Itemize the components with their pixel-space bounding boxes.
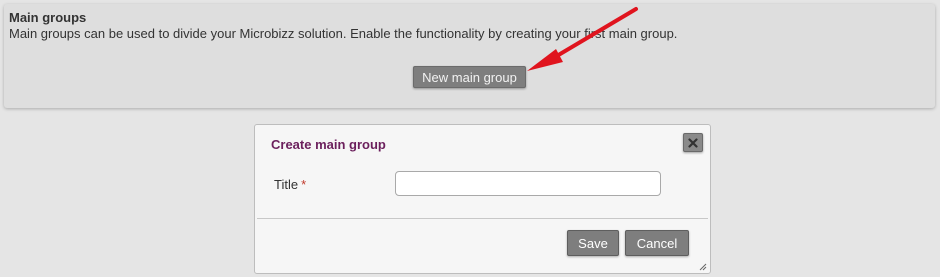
title-label-text: Title bbox=[274, 177, 299, 192]
panel-title: Main groups bbox=[9, 10, 87, 25]
page: Main groups Main groups can be used to d… bbox=[0, 0, 940, 277]
resize-handle-icon[interactable] bbox=[697, 261, 707, 271]
close-icon bbox=[688, 137, 698, 148]
create-main-group-dialog: Create main group Title * Save Cancel bbox=[254, 124, 711, 274]
dialog-title: Create main group bbox=[271, 137, 386, 152]
save-button[interactable]: Save bbox=[567, 230, 619, 256]
dialog-divider bbox=[257, 218, 708, 219]
cancel-button[interactable]: Cancel bbox=[625, 230, 689, 256]
new-main-group-button[interactable]: New main group bbox=[413, 66, 526, 88]
title-input[interactable] bbox=[395, 171, 661, 196]
main-groups-panel: Main groups Main groups can be used to d… bbox=[4, 4, 935, 108]
title-field-label: Title * bbox=[274, 177, 306, 192]
panel-description: Main groups can be used to divide your M… bbox=[9, 26, 678, 41]
close-button[interactable] bbox=[683, 133, 703, 152]
required-marker: * bbox=[301, 177, 307, 192]
